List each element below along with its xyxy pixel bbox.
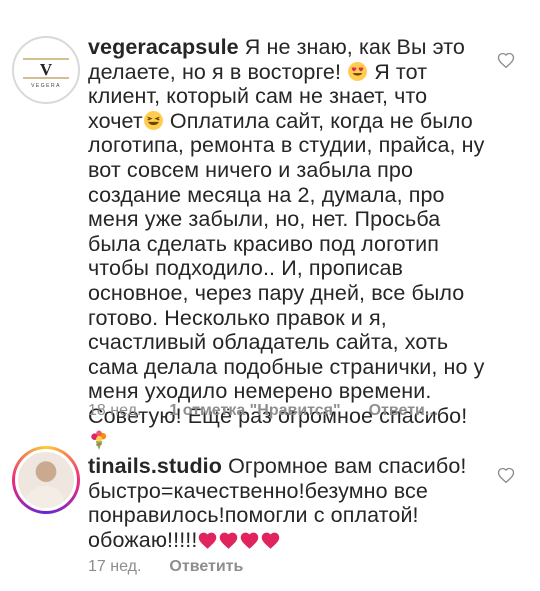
laughing-emoji-icon [143, 110, 163, 130]
comment-username[interactable]: vegeracapsule [88, 35, 239, 59]
comment-text: vegeracapsule Я не знаю, как Вы это дела… [88, 35, 486, 453]
likes-count-link[interactable]: 1 отметка "Нравится" [169, 402, 340, 420]
comment-time: 18 нед. [88, 402, 142, 419]
red-heart-emoji-icon [241, 532, 259, 549]
reply-button[interactable]: Ответить [169, 558, 243, 576]
avatar[interactable]: V VEGERA [12, 36, 80, 104]
avatar[interactable] [12, 446, 80, 514]
comment-meta: 18 нед. 1 отметка "Нравится" Ответи... [88, 402, 438, 420]
red-heart-emoji-icon [199, 532, 217, 549]
comment-item: V VEGERA vegeracapsule Я не знаю, как Вы… [0, 0, 540, 450]
brand-logo-icon: V VEGERA [23, 58, 69, 89]
comment-item: tinails.studio Огромное вам спасибо! быс… [0, 430, 540, 591]
heart-eyes-emoji-icon [348, 61, 368, 81]
avatar-photo [15, 449, 77, 511]
red-heart-emoji-icon [262, 532, 280, 549]
svg-text:VEGERA: VEGERA [31, 83, 61, 89]
comment-username[interactable]: tinails.studio [88, 454, 222, 478]
heart-icon[interactable] [497, 52, 515, 70]
red-heart-emoji-icon [220, 532, 238, 549]
comment-meta: 17 нед. Ответить [88, 558, 243, 576]
hearts-emoji-group [197, 528, 281, 552]
svg-text:V: V [40, 60, 53, 79]
comment-text-part: Оплатила сайт, когда не было логотипа, р… [88, 108, 485, 428]
comment-text: tinails.studio Огромное вам спасибо! быс… [88, 454, 486, 552]
heart-icon[interactable] [497, 467, 515, 485]
reply-button[interactable]: Ответи... [369, 402, 439, 420]
comment-time: 17 нед. [88, 558, 142, 575]
